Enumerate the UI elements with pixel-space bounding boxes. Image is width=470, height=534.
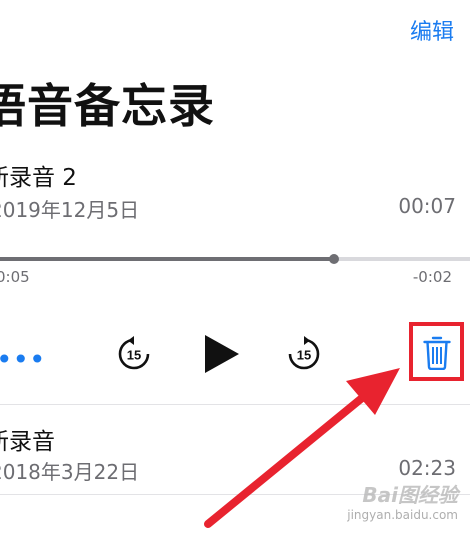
annotation-arrow (204, 368, 400, 528)
voice-memos-screen: 编辑 语音备忘录 新录音 2 2019年12月5日 00:07 0:05 -0:… (0, 0, 470, 534)
watermark: Bai图经验 jingyan.baidu.com (347, 479, 458, 522)
watermark-url: jingyan.baidu.com (347, 508, 458, 522)
watermark-logo: Bai图经验 (362, 483, 458, 507)
